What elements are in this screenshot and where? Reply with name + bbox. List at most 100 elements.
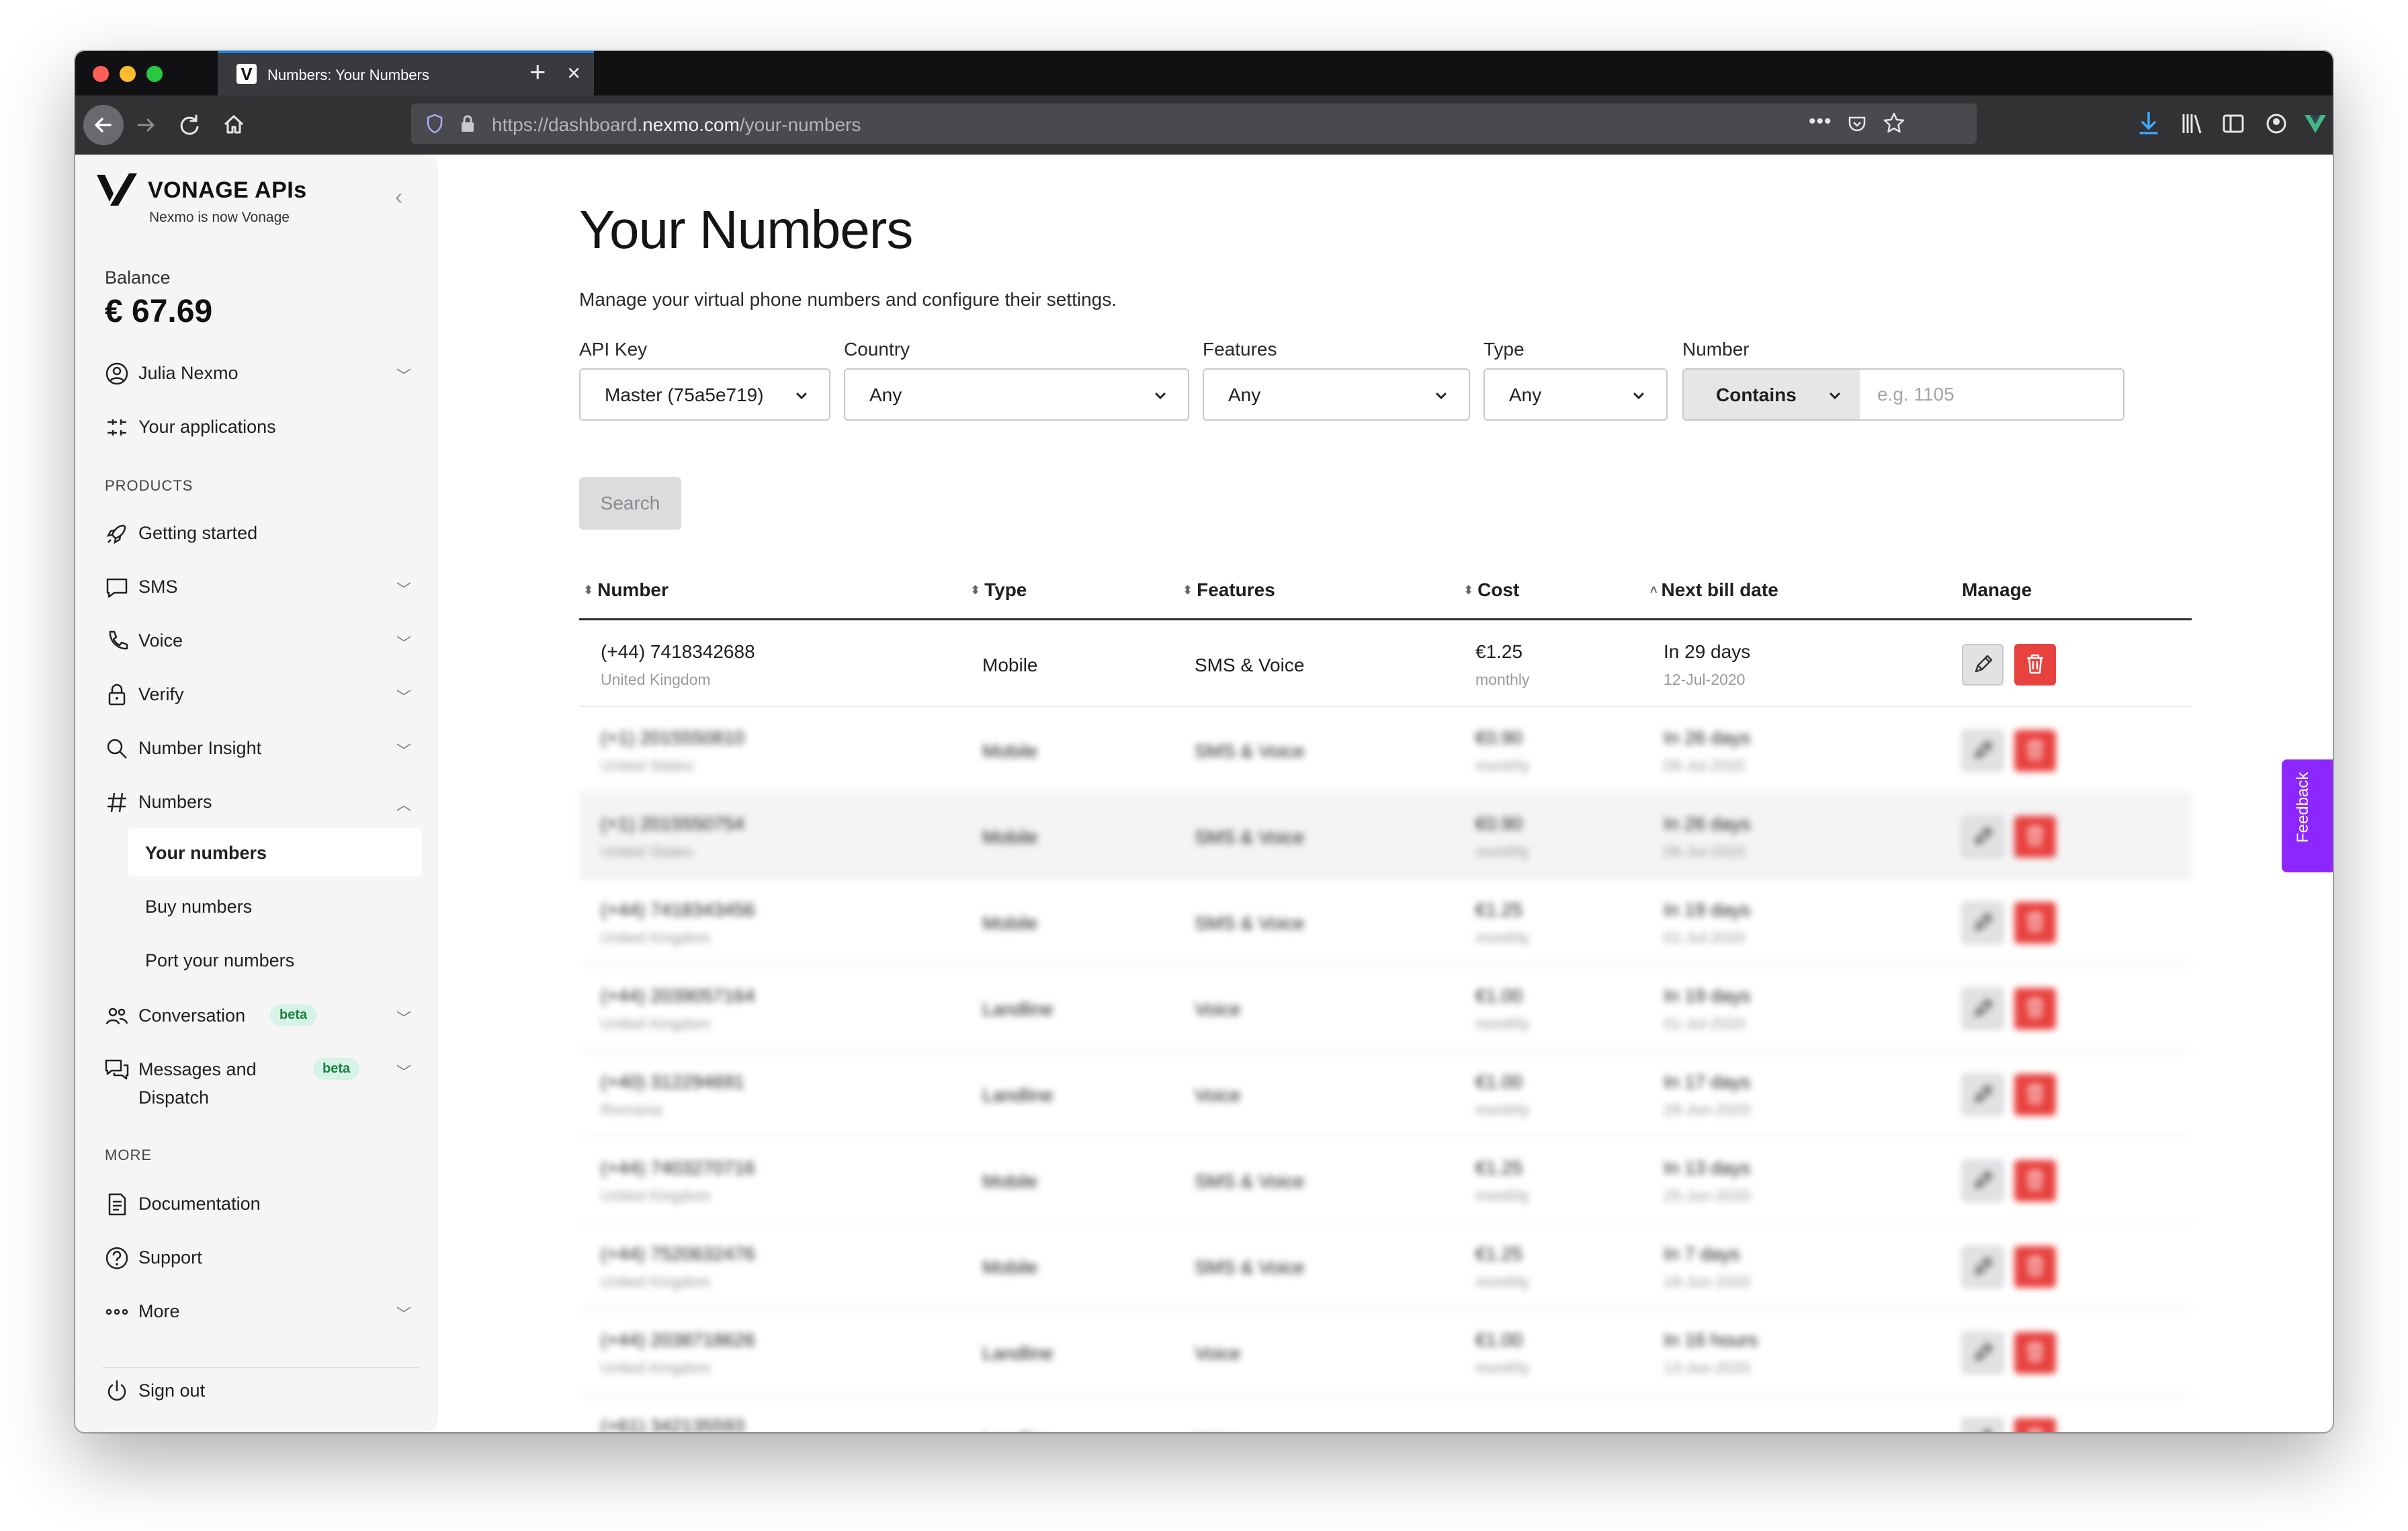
balance-value: € 67.69	[105, 294, 213, 329]
page-content: VONAGE APIs Nexmo is now Vonage ‹ Balanc…	[75, 155, 2333, 1432]
edit-number-button[interactable]	[1962, 902, 2004, 944]
tab-title: Numbers: Your Numbers	[267, 67, 429, 83]
home-button[interactable]	[219, 110, 249, 140]
collapse-sidebar-icon[interactable]: ‹	[395, 184, 402, 210]
edit-number-button[interactable]	[1962, 1160, 2004, 1202]
number-features: Voice	[1195, 1429, 1241, 1432]
column-features[interactable]: ⬍ Features	[1182, 579, 1275, 601]
sidebar-item-verify[interactable]: Verify ﹀	[99, 671, 422, 716]
sidebar-item-support[interactable]: Support	[99, 1234, 422, 1280]
country-select[interactable]: Any	[844, 368, 1189, 421]
help-circle-icon	[105, 1247, 128, 1270]
sidebar-item-label: Buy numbers	[145, 897, 253, 917]
library-icon[interactable]	[2178, 109, 2205, 138]
sidebar-item-documentation[interactable]: Documentation	[99, 1180, 422, 1226]
edit-number-button[interactable]	[1962, 644, 2004, 686]
delete-number-button[interactable]	[2014, 988, 2056, 1030]
sidebar-item-label: Sign out	[138, 1380, 206, 1401]
sidebar-item-sms[interactable]: SMS ﹀	[99, 563, 422, 609]
edit-number-button[interactable]	[1962, 1418, 2004, 1432]
sort-icon: ⬍	[1182, 583, 1193, 597]
pocket-icon[interactable]	[1846, 113, 1868, 134]
features-select[interactable]: Any	[1203, 368, 1470, 421]
more-actions-icon[interactable]: •••	[1809, 110, 1832, 133]
sidebar-item-messages-dispatch[interactable]: Messages and Dispatch beta ﹀	[99, 1046, 422, 1110]
column-number[interactable]: ⬍ Number	[583, 579, 669, 601]
browser-window: V Numbers: Your Numbers × + https://dash…	[75, 51, 2333, 1432]
vue-devtools-icon[interactable]	[2302, 109, 2329, 138]
sidebar-item-account[interactable]: Julia Nexmo ﹀	[99, 349, 422, 395]
sidebar-item-conversation[interactable]: Conversation beta ﹀	[99, 992, 422, 1038]
number-features: Voice	[1195, 1343, 1241, 1364]
next-bill: In 19 days	[1664, 899, 1751, 920]
number-type: Mobile	[982, 913, 1038, 934]
phone-number: (+44) 7520632476	[601, 1243, 755, 1264]
cost-period: monthly	[1475, 1359, 1530, 1376]
column-next-bill-date[interactable]: ˄ Next bill date	[1650, 579, 1778, 601]
bookmark-star-icon[interactable]	[1883, 112, 1905, 134]
edit-number-button[interactable]	[1962, 816, 2004, 858]
reload-button[interactable]	[175, 110, 204, 140]
phone-number: (+1) 2015550810	[601, 727, 745, 748]
forward-button[interactable]	[132, 110, 161, 140]
reload-icon	[180, 114, 199, 135]
chevron-down-icon: ﹀	[396, 368, 411, 384]
delete-number-button[interactable]	[2014, 902, 2056, 944]
edit-number-button[interactable]	[1962, 1246, 2004, 1288]
account-icon[interactable]	[2263, 109, 2290, 138]
next-bill-date: 09-Jul-2020	[1664, 843, 1746, 860]
delete-number-button[interactable]	[2014, 1246, 2056, 1288]
beta-badge: beta	[270, 1004, 317, 1026]
delete-number-button[interactable]	[2014, 1332, 2056, 1374]
sidebar-item-port-numbers[interactable]: Port your numbers	[128, 936, 422, 984]
search-button[interactable]: Search	[579, 477, 681, 530]
downloads-icon[interactable]	[2135, 109, 2162, 138]
number-type: Landline	[982, 1085, 1054, 1106]
number-type: Landline	[982, 1429, 1054, 1432]
sidebar-item-your-numbers[interactable]: Your numbers	[128, 828, 422, 876]
number-cost: €0.90	[1475, 813, 1523, 834]
next-bill-date: 12-Jul-2020	[1664, 671, 1746, 688]
maximize-window-button[interactable]	[146, 66, 163, 82]
sidebar-item-voice[interactable]: Voice ﹀	[99, 617, 422, 663]
api-key-select[interactable]: Master (75a5e719)	[579, 368, 830, 421]
close-window-button[interactable]	[93, 66, 109, 82]
delete-number-button[interactable]	[2014, 816, 2056, 858]
sidebar-item-number-insight[interactable]: Number Insight ﹀	[99, 725, 422, 770]
back-button[interactable]	[83, 105, 124, 145]
sidebar-item-more[interactable]: More ﹀	[99, 1288, 422, 1333]
delete-number-button[interactable]	[2014, 1418, 2056, 1432]
edit-number-button[interactable]	[1962, 730, 2004, 772]
sidebar-item-numbers[interactable]: Numbers ︿	[99, 778, 422, 824]
feedback-tab[interactable]: Feedback	[2282, 759, 2333, 872]
sidebar-toggle-icon[interactable]	[2220, 109, 2247, 138]
tab-close-icon[interactable]: ×	[567, 61, 580, 85]
number-match-select[interactable]: Contains	[1682, 368, 1861, 421]
edit-number-button[interactable]	[1962, 988, 2004, 1030]
minimize-window-button[interactable]	[120, 66, 136, 82]
address-bar[interactable]: https://dashboard.nexmo.com/your-numbers…	[411, 104, 1977, 144]
cost-period: monthly	[1475, 757, 1530, 774]
sidebar-item-buy-numbers[interactable]: Buy numbers	[128, 882, 422, 930]
column-cost[interactable]: ⬍ Cost	[1463, 579, 1519, 601]
sidebar-item-label: Voice	[138, 630, 183, 651]
delete-number-button[interactable]	[2014, 1074, 2056, 1116]
table-row: (+1) 2015550754 United States Mobile SMS & …	[579, 793, 2192, 879]
new-tab-icon[interactable]: +	[529, 56, 546, 87]
number-search-input[interactable]	[1860, 368, 2124, 421]
next-bill: In 26 days	[1664, 813, 1751, 834]
edit-number-button[interactable]	[1962, 1332, 2004, 1374]
next-bill: In 7 days	[1664, 1243, 1740, 1264]
sidebar-item-sign-out[interactable]: Sign out	[99, 1367, 422, 1413]
sidebar-item-applications[interactable]: Your applications	[99, 403, 422, 449]
type-select[interactable]: Any	[1484, 368, 1668, 421]
sidebar-item-getting-started[interactable]: Getting started	[99, 509, 422, 555]
column-type[interactable]: ⬍ Type	[970, 579, 1027, 601]
arrow-right-icon	[137, 118, 155, 132]
number-type: Mobile	[982, 827, 1038, 847]
delete-number-button[interactable]	[2014, 730, 2056, 772]
products-heading: PRODUCTS	[105, 477, 194, 494]
delete-number-button[interactable]	[2014, 644, 2056, 686]
edit-number-button[interactable]	[1962, 1074, 2004, 1116]
delete-number-button[interactable]	[2014, 1160, 2056, 1202]
